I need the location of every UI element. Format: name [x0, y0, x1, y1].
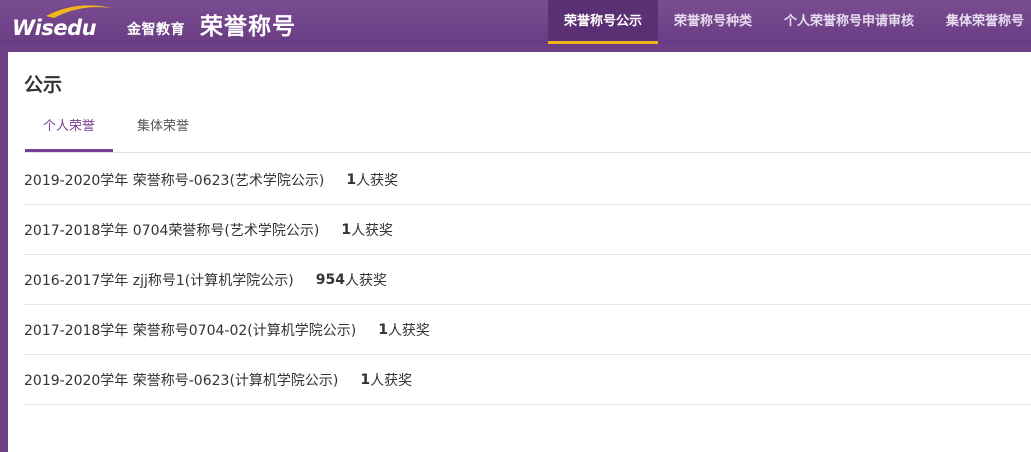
winner-suffix: 人获奖 [387, 322, 430, 339]
list-item-title: 2019-2020学年 荣誉称号-0623(计算机学院公示) [24, 372, 339, 389]
winner-count: 1 [346, 171, 357, 188]
winner-suffix: 人获奖 [344, 272, 387, 289]
nav-item-personal-review[interactable]: 个人荣誉称号申请审核 [768, 0, 930, 44]
list-item-title: 2017-2018学年 荣誉称号0704-02(计算机学院公示) [24, 322, 357, 339]
brand-subtitle: 金智教育 [127, 22, 185, 38]
winner-count: 1 [378, 321, 388, 338]
nav-item-honor-types[interactable]: 荣誉称号种类 [658, 0, 768, 44]
winner-suffix: 人获奖 [351, 222, 394, 239]
winner-suffix: 人获奖 [370, 372, 413, 389]
tab-personal-honor[interactable]: 个人荣誉 [25, 112, 113, 152]
main-panel: 公示 个人荣誉 集体荣誉 2019-2020学年 荣誉称号-0623(艺术学院公… [8, 52, 1031, 452]
nav-item-honor-publicity[interactable]: 荣誉称号公示 [548, 0, 659, 44]
winner-count: 954 [315, 271, 345, 288]
logo-text: Wisedu [12, 16, 97, 40]
top-nav: 荣誉称号公示 荣誉称号种类 个人荣誉称号申请审核 集体荣誉称号 [548, 0, 1031, 44]
list-item[interactable]: 2017-2018学年 荣誉称号0704-02(计算机学院公示) 1 人获奖 [24, 305, 1031, 355]
tab-collective-honor[interactable]: 集体荣誉 [119, 112, 207, 149]
list-item[interactable]: 2016-2017学年 zjj称号1(计算机学院公示) 954 人获奖 [24, 255, 1031, 305]
list-item-title: 2017-2018学年 0704荣誉称号(艺术学院公示) [24, 222, 320, 239]
list-item-title: 2019-2020学年 荣誉称号-0623(艺术学院公示) [24, 172, 325, 189]
honor-tabs: 个人荣誉 集体荣誉 [25, 112, 1031, 153]
winner-suffix: 人获奖 [356, 172, 399, 189]
app-title: 荣誉称号 [200, 14, 296, 40]
list-item-title: 2016-2017学年 zjj称号1(计算机学院公示) [24, 272, 294, 289]
wisedu-logo[interactable]: Wisedu [8, 2, 118, 42]
top-header: Wisedu 金智教育 荣誉称号 荣誉称号公示 荣誉称号种类 个人荣誉称号申请审… [0, 0, 1031, 44]
winner-count: 1 [341, 221, 352, 238]
publicity-list: 2019-2020学年 荣誉称号-0623(艺术学院公示) 1 人获奖 2017… [24, 155, 1031, 405]
list-item[interactable]: 2019-2020学年 荣誉称号-0623(计算机学院公示) 1 人获奖 [24, 355, 1031, 405]
winner-count: 1 [360, 371, 371, 388]
list-item[interactable]: 2017-2018学年 0704荣誉称号(艺术学院公示) 1 人获奖 [24, 205, 1031, 255]
nav-item-collective-honor[interactable]: 集体荣誉称号 [930, 0, 1031, 44]
page-title: 公示 [24, 74, 63, 96]
list-item[interactable]: 2019-2020学年 荣誉称号-0623(艺术学院公示) 1 人获奖 [24, 155, 1031, 205]
